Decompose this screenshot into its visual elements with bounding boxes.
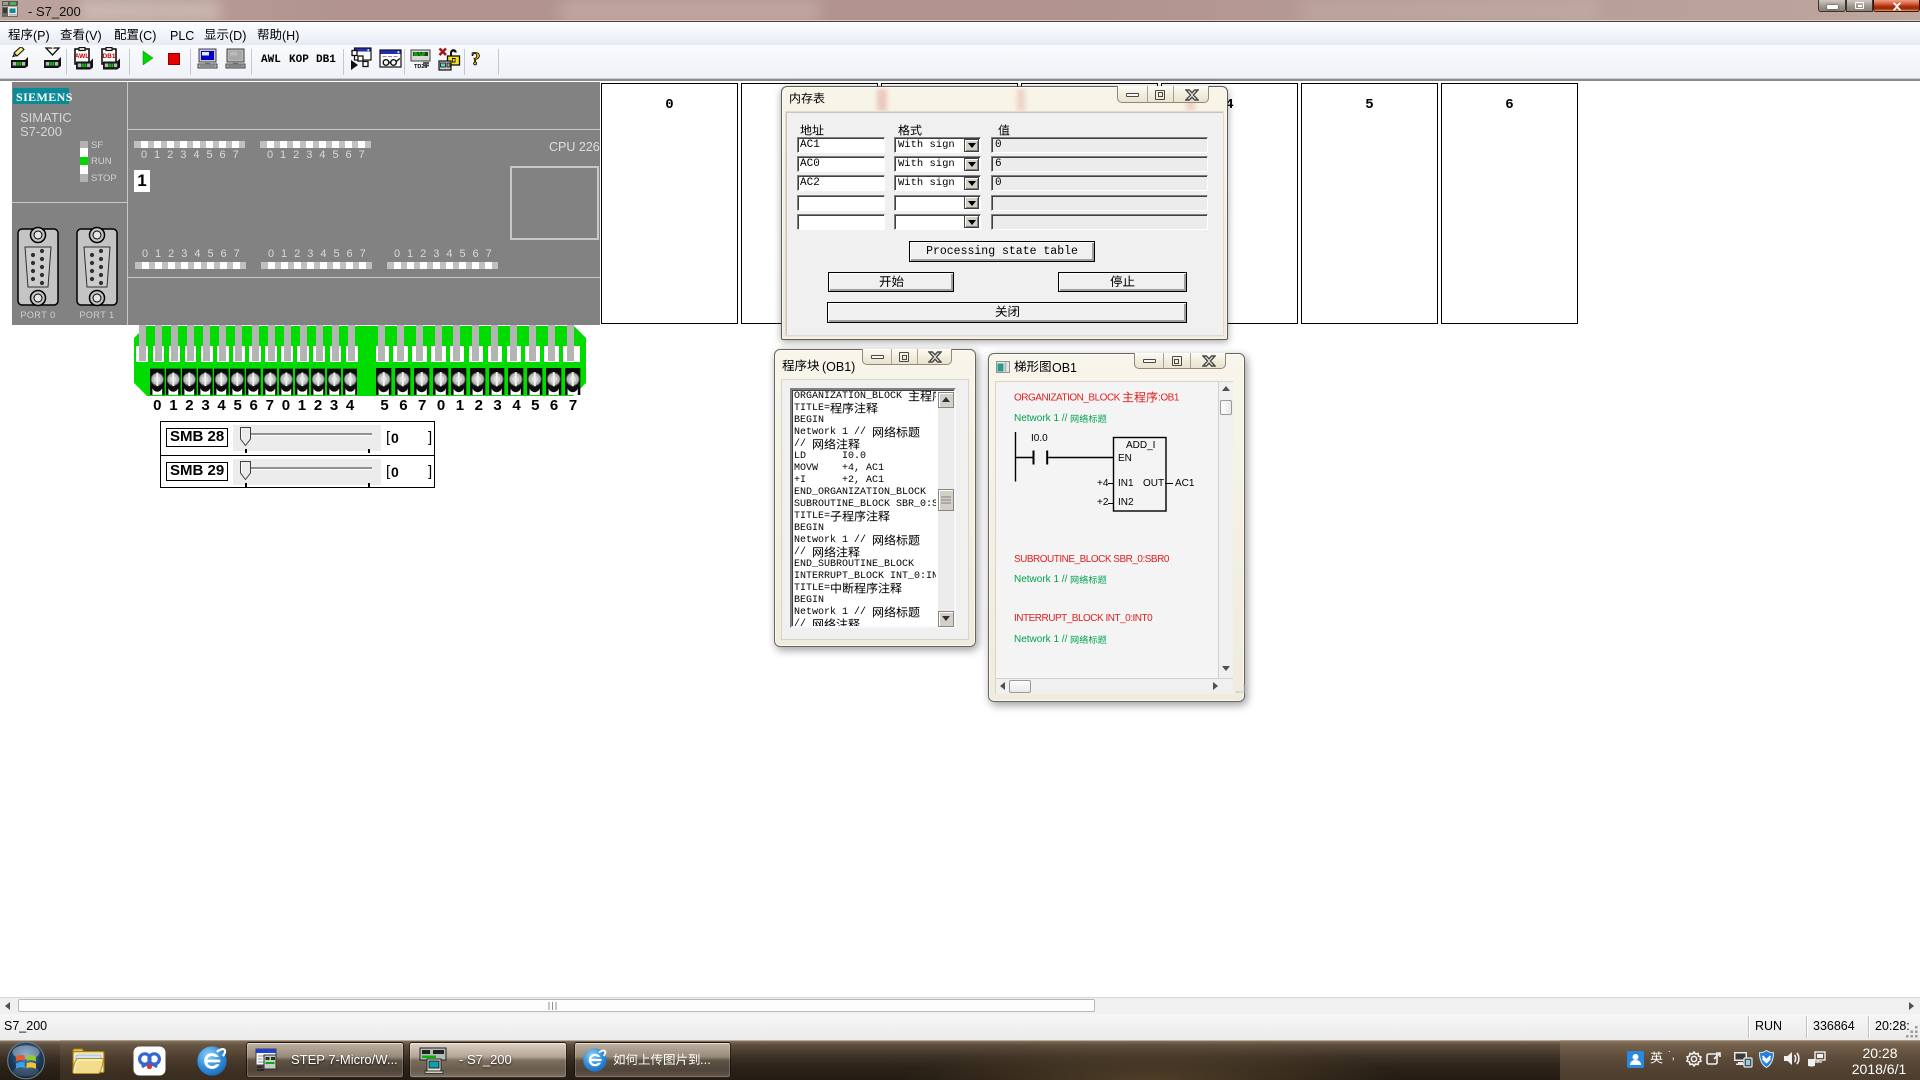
svg-text:?: ? <box>471 49 481 70</box>
svg-text:DB1: DB1 <box>102 53 115 60</box>
svg-text:AWL: AWL <box>75 53 89 60</box>
